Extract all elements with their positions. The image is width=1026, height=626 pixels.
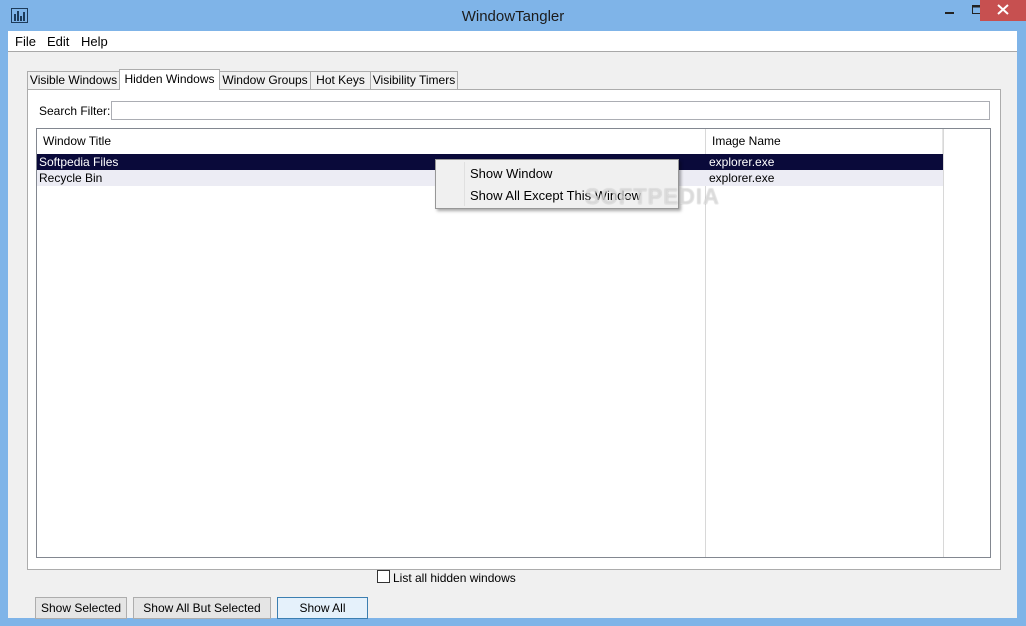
context-menu-show-window[interactable]: Show Window — [470, 166, 552, 181]
menu-file[interactable]: File — [15, 34, 36, 49]
watermark: SOFTPEDIA — [585, 184, 720, 209]
tab-visibility-timers[interactable]: Visibility Timers — [370, 71, 458, 89]
show-all-but-selected-button[interactable]: Show All But Selected — [133, 597, 271, 619]
menu-edit[interactable]: Edit — [47, 34, 69, 49]
cell-window-title: Recycle Bin — [39, 171, 103, 185]
show-selected-button[interactable]: Show Selected — [35, 597, 127, 619]
show-all-button[interactable]: Show All — [277, 597, 368, 619]
list-all-hidden-checkbox[interactable] — [377, 570, 390, 583]
search-filter-input[interactable] — [111, 101, 990, 120]
menu-bar: File Edit Help — [8, 31, 1017, 52]
window-title: WindowTangler — [461, 8, 565, 25]
client-area: File Edit Help Visible Windows Hidden Wi… — [8, 31, 1017, 619]
tab-visible-windows[interactable]: Visible Windows — [27, 71, 120, 89]
tab-window-groups[interactable]: Window Groups — [219, 71, 311, 89]
column-header-image-name[interactable]: Image Name — [706, 129, 943, 154]
title-bar[interactable]: WindowTangler — [0, 0, 1026, 31]
cell-window-title: Softpedia Files — [39, 155, 119, 169]
tab-hot-keys[interactable]: Hot Keys — [310, 71, 371, 89]
app-window: WindowTangler File Edit Help Visible Win… — [0, 0, 1026, 626]
close-button[interactable] — [980, 0, 1026, 21]
list-all-hidden-label[interactable]: List all hidden windows — [393, 571, 516, 585]
tab-hidden-windows[interactable]: Hidden Windows — [119, 69, 220, 90]
search-filter-label: Search Filter: — [39, 104, 111, 118]
context-menu-gutter — [464, 162, 465, 206]
close-icon — [997, 3, 1009, 18]
cell-image-name: explorer.exe — [709, 155, 775, 169]
menu-help[interactable]: Help — [81, 34, 108, 49]
column-divider — [943, 129, 944, 557]
minimize-button[interactable] — [936, 0, 964, 21]
column-header-window-title[interactable]: Window Title — [37, 129, 706, 154]
minimize-icon — [945, 4, 955, 18]
